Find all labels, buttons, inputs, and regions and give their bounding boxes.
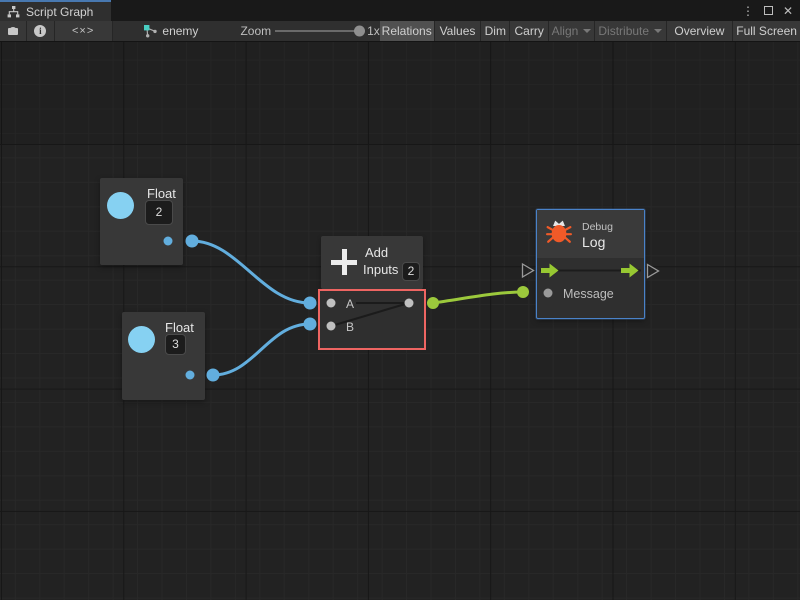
lock-button[interactable] xyxy=(0,21,27,41)
add-node-ports-highlighted[interactable]: A B xyxy=(318,289,426,350)
code-view-button[interactable]: <×> xyxy=(55,21,113,41)
canvas-shading xyxy=(0,42,800,144)
graph-breadcrumb[interactable]: enemy xyxy=(136,21,206,41)
lock-icon xyxy=(6,24,20,39)
full-screen-button[interactable]: Full Screen xyxy=(733,21,800,41)
tab-title: Script Graph xyxy=(26,5,93,19)
float-value-input[interactable]: 3 xyxy=(165,334,186,355)
dim-button[interactable]: Dim xyxy=(481,21,510,41)
distribute-button[interactable]: Distribute xyxy=(595,21,667,41)
zoom-slider-handle[interactable] xyxy=(354,26,365,37)
graph-node-icon xyxy=(144,25,157,38)
node-title: Float xyxy=(147,186,176,201)
overview-button[interactable]: Overview xyxy=(667,21,734,41)
relations-label: Relations xyxy=(382,24,432,38)
values-label: Values xyxy=(440,24,476,38)
port-label-a: A xyxy=(346,297,354,311)
float-type-icon xyxy=(128,326,155,353)
dim-label: Dim xyxy=(485,24,506,38)
add-icon xyxy=(331,249,357,275)
node-title: Add xyxy=(365,245,388,260)
info-button[interactable]: i xyxy=(27,21,55,41)
unity-visual-scripting-window: Script Graph ⋮ ✕ i <×> enemy xyxy=(0,0,800,600)
node-title: Float xyxy=(165,320,194,335)
port-label-b: B xyxy=(346,320,354,334)
maximize-glyph xyxy=(764,6,773,15)
carry-label: Carry xyxy=(514,24,543,38)
add-inputs-count[interactable]: 2 xyxy=(402,262,420,281)
align-button[interactable]: Align xyxy=(549,21,595,41)
graph-toolbar: i <×> enemy Zoom 1x Relations Values Dim… xyxy=(0,21,800,42)
add-node-header[interactable]: Add Inputs 2 xyxy=(321,236,423,289)
script-graph-icon xyxy=(7,6,20,18)
full-screen-label: Full Screen xyxy=(736,24,797,38)
carry-button[interactable]: Carry xyxy=(510,21,549,41)
chevron-down-icon xyxy=(583,29,591,33)
chevron-down-icon xyxy=(654,29,662,33)
zoom-value: 1x xyxy=(367,24,380,38)
zoom-label: Zoom xyxy=(240,24,271,38)
bug-icon xyxy=(546,219,572,245)
relations-button[interactable]: Relations xyxy=(380,21,435,41)
node-float-a[interactable]: Float 2 xyxy=(100,178,183,265)
zoom-control: Zoom 1x xyxy=(240,21,379,41)
node-add[interactable]: Add Inputs 2 A B xyxy=(318,236,426,350)
maximize-icon[interactable] xyxy=(760,3,776,19)
toolbar-spacer xyxy=(113,21,137,41)
window-controls: ⋮ ✕ xyxy=(740,0,796,21)
values-button[interactable]: Values xyxy=(435,21,482,41)
close-icon[interactable]: ✕ xyxy=(780,3,796,19)
align-label: Align xyxy=(552,24,579,38)
zoom-slider[interactable] xyxy=(275,30,363,32)
float-type-icon xyxy=(107,192,134,219)
node-subtitle: Inputs xyxy=(363,262,398,277)
float-value-input[interactable]: 2 xyxy=(145,200,173,225)
tab-script-graph[interactable]: Script Graph xyxy=(0,0,111,21)
node-debug-log[interactable]: Debug Log Message xyxy=(536,209,645,319)
overview-label: Overview xyxy=(674,24,724,38)
window-menu-icon[interactable]: ⋮ xyxy=(740,3,756,19)
info-icon: i xyxy=(34,25,46,37)
node-category: Debug xyxy=(582,221,613,233)
graph-name: enemy xyxy=(162,24,198,38)
node-title: Log xyxy=(582,234,605,250)
port-label-message: Message xyxy=(563,287,614,301)
window-tab-bar: Script Graph ⋮ ✕ xyxy=(0,0,800,21)
distribute-label: Distribute xyxy=(598,24,649,38)
code-icon: <×> xyxy=(72,25,94,37)
node-float-b[interactable]: Float 3 xyxy=(122,312,205,400)
